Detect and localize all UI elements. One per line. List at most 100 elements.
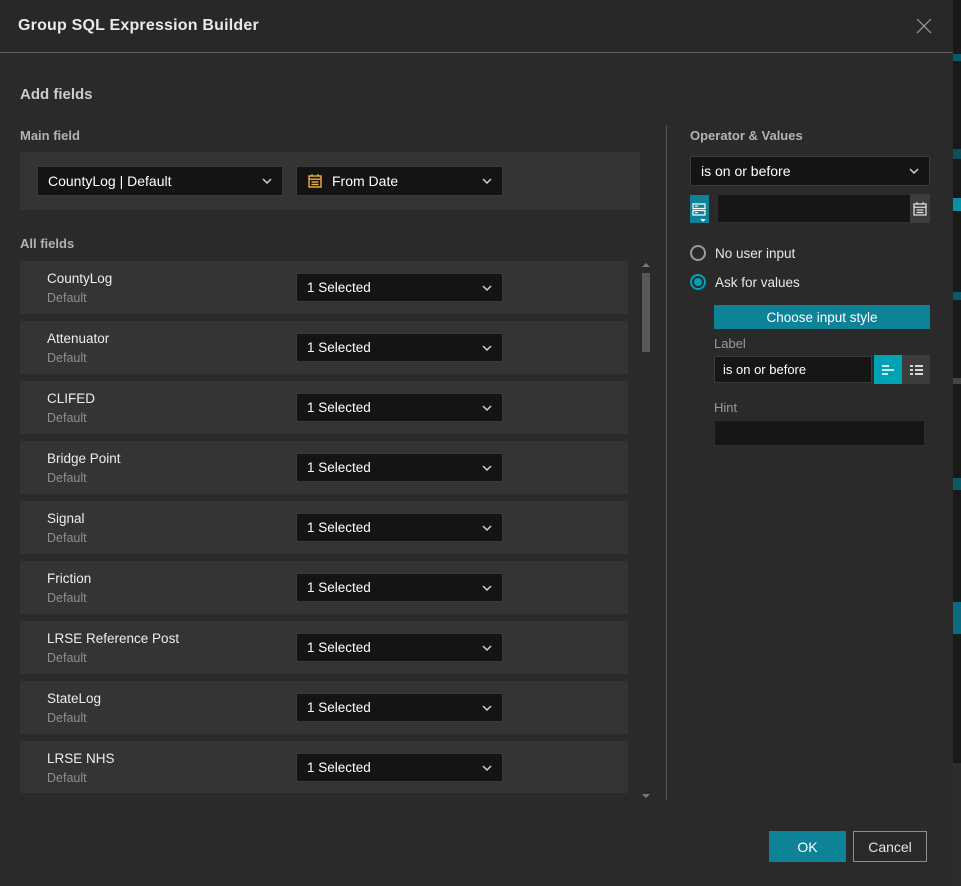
field-subtitle: Default (47, 411, 87, 425)
field-row: LRSE NHS Default 1 Selected (20, 741, 628, 793)
main-field-field-dropdown[interactable]: From Date (296, 166, 503, 196)
hint-label: Hint (714, 400, 737, 415)
radio-label: No user input (715, 246, 795, 261)
field-subtitle: Default (47, 471, 87, 485)
radio-ask-for-values[interactable]: Ask for values (690, 274, 800, 290)
chevron-down-icon (482, 345, 492, 351)
radio-selected-icon (690, 274, 706, 290)
field-subtitle: Default (47, 711, 87, 725)
scrollbar-thumb[interactable] (642, 273, 650, 352)
scrollbar-up-arrow-icon[interactable] (642, 263, 650, 267)
label-input[interactable] (714, 356, 872, 383)
main-field-field-value: From Date (332, 173, 476, 189)
calendar-icon (307, 173, 323, 189)
field-selected-dropdown[interactable]: 1 Selected (296, 513, 503, 542)
field-selected-dropdown[interactable]: 1 Selected (296, 753, 503, 782)
field-selected-value: 1 Selected (307, 700, 476, 715)
field-selected-dropdown[interactable]: 1 Selected (296, 393, 503, 422)
chevron-down-icon (700, 219, 706, 222)
date-picker-button[interactable] (910, 194, 930, 223)
field-name: StateLog (47, 691, 101, 706)
background-page-strip (953, 0, 961, 886)
list-scrollbar[interactable] (641, 261, 651, 800)
chevron-down-icon (482, 645, 492, 651)
field-name: CountyLog (47, 271, 112, 286)
cancel-button[interactable]: Cancel (853, 831, 927, 862)
screen: Group SQL Expression Builder Add fields … (0, 0, 961, 886)
all-fields-list: CountyLogDefault1 SelectedAttenuatorDefa… (20, 261, 628, 800)
dialog-header: Group SQL Expression Builder (0, 0, 953, 53)
radio-label: Ask for values (715, 275, 800, 290)
field-row: Signal Default 1 Selected (20, 501, 628, 554)
list-icon[interactable] (902, 355, 930, 384)
field-selected-value: 1 Selected (307, 460, 476, 475)
field-selected-dropdown[interactable]: 1 Selected (296, 273, 503, 302)
field-name: LRSE Reference Post (47, 631, 179, 646)
choose-input-style-button[interactable]: Choose input style (714, 305, 930, 329)
chevron-down-icon (482, 585, 492, 591)
background-page-sliver (953, 198, 961, 211)
background-page-sliver (953, 763, 961, 886)
chevron-down-icon (482, 465, 492, 471)
operator-values-heading: Operator & Values (690, 128, 803, 143)
field-name: CLIFED (47, 391, 95, 406)
field-subtitle: Default (47, 771, 87, 785)
value-input-row (690, 194, 930, 223)
field-selected-value: 1 Selected (307, 580, 476, 595)
chevron-down-icon (482, 178, 492, 184)
field-row: LRSE Reference Post Default 1 Selected (20, 621, 628, 674)
field-selected-dropdown[interactable]: 1 Selected (296, 693, 503, 722)
operator-value: is on or before (701, 163, 903, 179)
main-field-layer-value: CountyLog | Default (48, 173, 256, 189)
field-name: Signal (47, 511, 85, 526)
dialog-title: Group SQL Expression Builder (18, 17, 259, 35)
main-field-label: Main field (20, 128, 80, 143)
scrollbar-down-arrow-icon[interactable] (642, 794, 650, 798)
field-selected-dropdown[interactable]: 1 Selected (296, 633, 503, 662)
field-selected-value: 1 Selected (307, 760, 476, 775)
label-input-row (714, 355, 930, 384)
field-selected-value: 1 Selected (307, 280, 476, 295)
field-row: StateLog Default 1 Selected (20, 681, 628, 734)
field-selected-value: 1 Selected (307, 400, 476, 415)
field-selected-dropdown[interactable]: 1 Selected (296, 573, 503, 602)
chevron-down-icon (482, 705, 492, 711)
ok-button[interactable]: OK (769, 831, 846, 862)
main-field-panel: CountyLog | Default From Date (20, 152, 640, 210)
field-subtitle: Default (47, 291, 87, 305)
field-row: FrictionDefault1 Selected (20, 561, 628, 614)
field-selected-value: 1 Selected (307, 640, 476, 655)
radio-no-user-input[interactable]: No user input (690, 245, 795, 261)
label-label: Label (714, 336, 746, 351)
background-page-sliver (953, 149, 961, 159)
field-subtitle: Default (47, 651, 87, 665)
radio-icon (690, 245, 706, 261)
field-selected-dropdown[interactable]: 1 Selected (296, 333, 503, 362)
field-selected-value: 1 Selected (307, 520, 476, 535)
group-sql-expression-builder-dialog: Group SQL Expression Builder Add fields … (0, 0, 953, 886)
field-subtitle: Default (47, 351, 87, 365)
background-page-sliver (953, 378, 961, 384)
field-selected-dropdown[interactable]: 1 Selected (296, 453, 503, 482)
main-field-layer-dropdown[interactable]: CountyLog | Default (37, 166, 283, 196)
operator-dropdown[interactable]: is on or before (690, 156, 930, 186)
field-name: Friction (47, 571, 91, 586)
field-name: Bridge Point (47, 451, 121, 466)
field-row: AttenuatorDefault1 Selected (20, 321, 628, 374)
chevron-down-icon (482, 525, 492, 531)
all-fields-label: All fields (20, 236, 74, 251)
close-icon[interactable] (913, 15, 935, 37)
hint-input[interactable] (714, 420, 925, 446)
date-value-input[interactable] (717, 194, 910, 223)
chevron-down-icon (482, 285, 492, 291)
background-page-sliver (953, 54, 961, 61)
align-left-icon[interactable] (874, 355, 902, 384)
field-row: CountyLog Default 1 Selected (20, 261, 628, 314)
background-page-sliver (953, 478, 961, 490)
value-type-button[interactable] (690, 195, 709, 223)
field-subtitle: Default (47, 531, 87, 545)
field-row: Bridge Point Default 1 Selected (20, 441, 628, 494)
chevron-down-icon (909, 168, 919, 174)
field-name: LRSE NHS (47, 751, 115, 766)
chevron-down-icon (262, 178, 272, 184)
